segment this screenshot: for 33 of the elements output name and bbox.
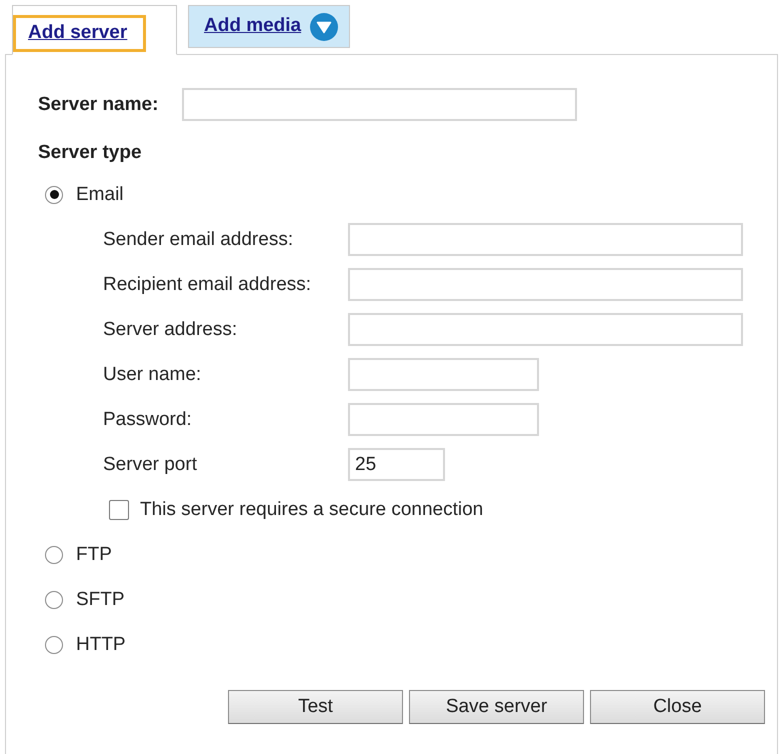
port-field[interactable]: 25: [348, 448, 445, 481]
test-button[interactable]: Test: [228, 690, 403, 724]
username-field[interactable]: [348, 358, 539, 391]
email-field[interactable]: [348, 268, 743, 301]
field-label: Server name:: [38, 94, 160, 116]
tab-link[interactable]: Add server: [13, 15, 146, 52]
field-label: Sender email address:: [103, 228, 294, 250]
tab[interactable]: Add media: [188, 5, 350, 48]
checkbox-label: This server requires a secure connection: [140, 498, 484, 520]
field-label: Server address:: [103, 318, 238, 340]
field-label: Password:: [103, 408, 193, 430]
tab[interactable]: Add server: [12, 5, 177, 55]
caret-down-icon[interactable]: [310, 12, 338, 40]
field-label: User name:: [103, 364, 202, 386]
tab-link[interactable]: Add media: [189, 8, 310, 45]
server-address-field[interactable]: [348, 313, 743, 346]
radio-label: Email: [76, 184, 124, 206]
save-button[interactable]: Save server: [409, 690, 584, 724]
section-heading: Server type: [38, 142, 142, 164]
radio-button[interactable]: [45, 636, 63, 654]
field-label: Recipient email address:: [103, 274, 312, 296]
password-field[interactable]: [348, 403, 539, 436]
radio-label: SFTP: [76, 588, 125, 610]
radio-button[interactable]: [45, 186, 63, 204]
radio-label: HTTP: [76, 634, 126, 656]
radio-button[interactable]: [45, 590, 63, 608]
radio-label: FTP: [76, 544, 112, 566]
close-button[interactable]: Close: [590, 690, 765, 724]
checkbox[interactable]: [109, 500, 129, 520]
radio-button[interactable]: [45, 546, 63, 564]
field-label: Server port: [103, 454, 198, 476]
email-field[interactable]: [348, 223, 743, 256]
server-name-field[interactable]: [182, 88, 577, 121]
